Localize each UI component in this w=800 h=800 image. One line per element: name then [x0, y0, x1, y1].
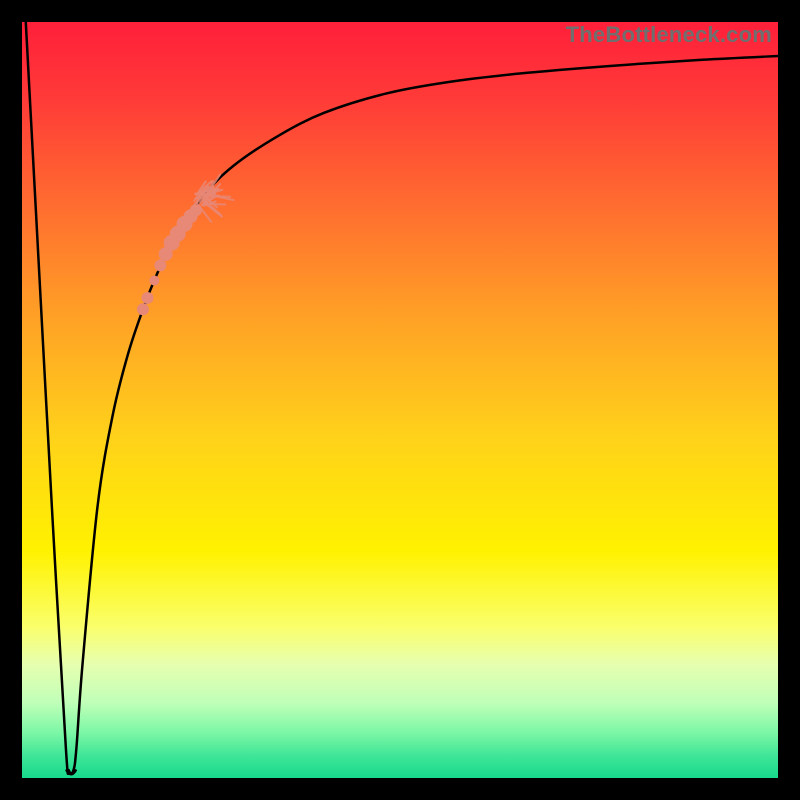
bottleneck-curve	[26, 22, 778, 774]
chart-frame: TheBottleneck.com	[0, 0, 800, 800]
highlight-marker	[149, 276, 159, 286]
curve-svg	[22, 22, 778, 778]
highlight-marker	[154, 259, 166, 271]
marker-fuzz-group	[194, 174, 233, 221]
highlight-marker	[137, 303, 149, 315]
highlight-marker	[141, 292, 153, 304]
highlight-marker	[190, 204, 202, 216]
marker-group	[137, 204, 202, 315]
plot-area: TheBottleneck.com	[22, 22, 778, 778]
